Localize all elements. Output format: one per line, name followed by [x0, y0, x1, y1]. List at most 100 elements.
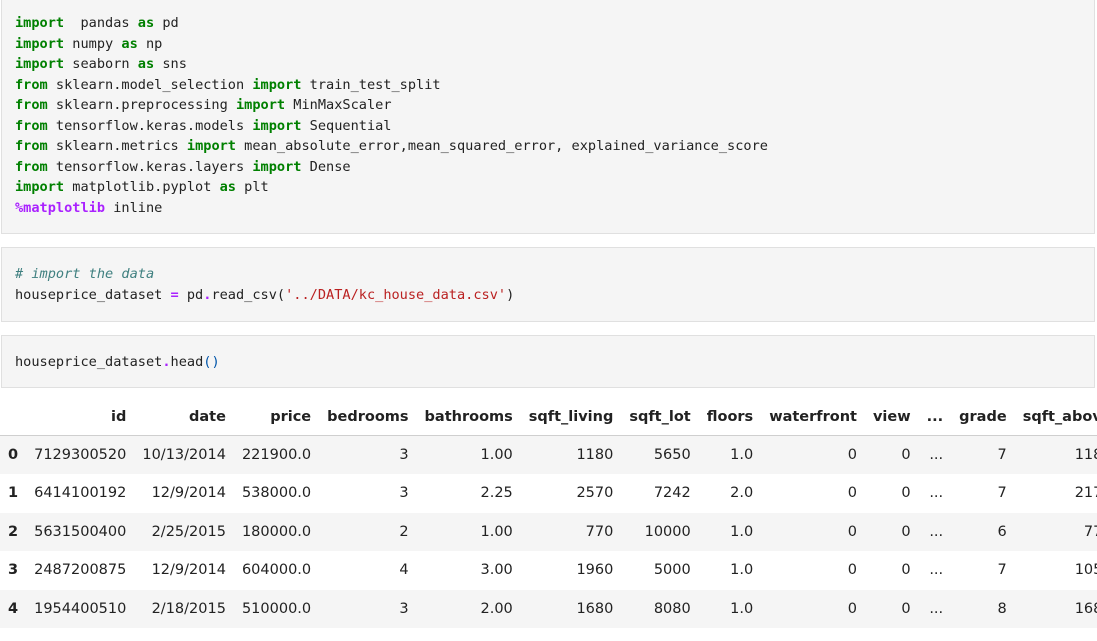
table-cell: 1180: [1074, 447, 1097, 463]
table-cell: 3: [399, 447, 409, 463]
code-token: import: [252, 76, 302, 93]
code-token: MinMaxScaler: [285, 97, 392, 113]
table-header-row: id date price bedrooms bathrooms sqft_living s…: [0, 398, 1097, 436]
table-cell: 0: [901, 562, 911, 579]
table-cell: 1.0: [730, 523, 754, 540]
code-editor[interactable]: import pandas as pd import numpy as np imp…: [2, 13, 1094, 218]
code-token: plt: [235, 179, 269, 195]
code-cell-read-csv[interactable]: # import the data houseprice_dataset = pd…: [1, 247, 1095, 322]
code-token: =: [170, 286, 179, 303]
table-row: 3 2487200875 12/9/2014 604000.0 4 3.00 1960 500…: [0, 551, 1097, 590]
table-cell: 12/9/2014: [151, 485, 226, 502]
table-cell: 3: [399, 600, 409, 617]
table-cell: ...: [929, 562, 944, 579]
code-cell-imports[interactable]: import pandas as pd import numpy as np imp…: [1, 0, 1095, 234]
table-cell: 604000.0: [241, 562, 312, 579]
row-index: 2: [8, 523, 19, 540]
code-token: import: [15, 56, 65, 72]
code-token: houseprice_dataset: [15, 354, 163, 370]
table-cell: 0: [901, 600, 911, 617]
code-line: import matplotlib.pyplot as plt: [15, 177, 1094, 198]
column-header: sqft_above: [1014, 398, 1097, 436]
code-token: as: [137, 15, 155, 31]
column-header: floors: [698, 398, 762, 436]
code-token: as: [121, 35, 138, 52]
code-token: import: [252, 158, 302, 175]
code-token: sklearn.metrics: [47, 138, 187, 154]
table-cell: 10/13/2014: [142, 447, 226, 463]
table-cell: 770: [1083, 523, 1097, 540]
table-cell: 0: [901, 523, 911, 540]
code-token: (): [203, 354, 220, 370]
dataframe-table: id date price bedrooms bathrooms sqft_living s…: [0, 398, 1097, 628]
code-token: tensorflow.keras.models: [47, 117, 253, 134]
code-token: mean_absolute_error,mean_squared_error, …: [236, 138, 768, 154]
table-cell: ...: [929, 447, 944, 463]
table-cell: 2/25/2015: [151, 523, 226, 540]
table-cell: 7: [997, 562, 1007, 579]
table-cell: ...: [929, 600, 944, 617]
table-cell: 2487200875: [34, 562, 127, 579]
code-token: .: [162, 354, 171, 370]
code-token: import: [236, 97, 286, 113]
code-line: from sklearn.model_selection import trai…: [15, 75, 1094, 96]
code-token: import: [15, 15, 65, 31]
code-token: inline: [105, 199, 163, 216]
dataframe-output: id date price bedrooms bathrooms sqft_living s…: [0, 398, 1097, 641]
table-cell: 10000: [644, 523, 691, 540]
table-cell: 1680: [1074, 600, 1097, 617]
table-cell: 2170: [1074, 485, 1097, 502]
column-header: waterfront: [761, 398, 865, 436]
table-cell: 0: [847, 562, 857, 579]
code-editor[interactable]: houseprice_dataset.head(): [2, 352, 1094, 373]
column-header: grade: [951, 398, 1015, 436]
table-cell: 2: [399, 523, 409, 540]
code-line: from tensorflow.keras.layers import Dens…: [15, 157, 1094, 178]
code-line: from tensorflow.keras.models import Sequ…: [15, 116, 1094, 137]
code-line: houseprice_dataset.head(): [15, 352, 1094, 373]
table-cell: 0: [847, 447, 857, 463]
table-cell: 2/18/2015: [151, 600, 226, 617]
table-cell: 0: [901, 485, 911, 502]
column-header: bedrooms: [319, 398, 417, 436]
index-header: [0, 398, 27, 436]
table-cell: 0: [901, 447, 911, 463]
table-cell: 5631500400: [34, 523, 127, 540]
table-cell: ...: [929, 485, 944, 502]
table-cell: 8: [997, 600, 1007, 617]
code-token: sklearn.preprocessing: [47, 97, 236, 113]
table-cell: 2.25: [480, 485, 513, 502]
table-cell: 1.00: [480, 523, 513, 540]
table-cell: 1050: [1074, 562, 1097, 579]
table-cell: 1180: [576, 447, 614, 463]
code-token: import: [15, 35, 65, 52]
table-cell: ...: [929, 523, 944, 540]
code-line: %matplotlib inline: [15, 198, 1094, 219]
row-index: 1: [8, 485, 19, 502]
table-cell: 6: [997, 523, 1007, 540]
code-token: from: [15, 117, 48, 134]
code-token: ): [506, 286, 515, 303]
code-cell-head[interactable]: houseprice_dataset.head(): [1, 335, 1095, 388]
code-line: import pandas as pd: [15, 13, 1094, 34]
code-token: import: [252, 117, 302, 134]
table-cell: 3.00: [480, 562, 513, 579]
table-cell: 0: [847, 485, 857, 502]
code-editor[interactable]: # import the data houseprice_dataset = pd…: [2, 264, 1094, 305]
table-cell: 1954400510: [34, 600, 127, 617]
code-token: sklearn.model_selection: [47, 76, 253, 93]
table-cell: 1680: [576, 600, 614, 617]
code-line: from sklearn.metrics import mean_absolut…: [15, 136, 1094, 157]
table-cell: 7: [997, 447, 1007, 463]
code-token: import: [186, 138, 236, 154]
code-token: seaborn: [64, 56, 138, 72]
table-cell: 12/9/2014: [151, 562, 226, 579]
code-token: from: [15, 97, 48, 113]
code-token: from: [15, 138, 48, 154]
code-token: train_test_split: [301, 76, 441, 93]
column-header: bathrooms: [416, 398, 521, 436]
table-cell: 8080: [653, 600, 691, 617]
table-cell: 5000: [653, 562, 691, 579]
code-token: from: [15, 76, 48, 93]
code-token: pandas: [64, 15, 138, 31]
